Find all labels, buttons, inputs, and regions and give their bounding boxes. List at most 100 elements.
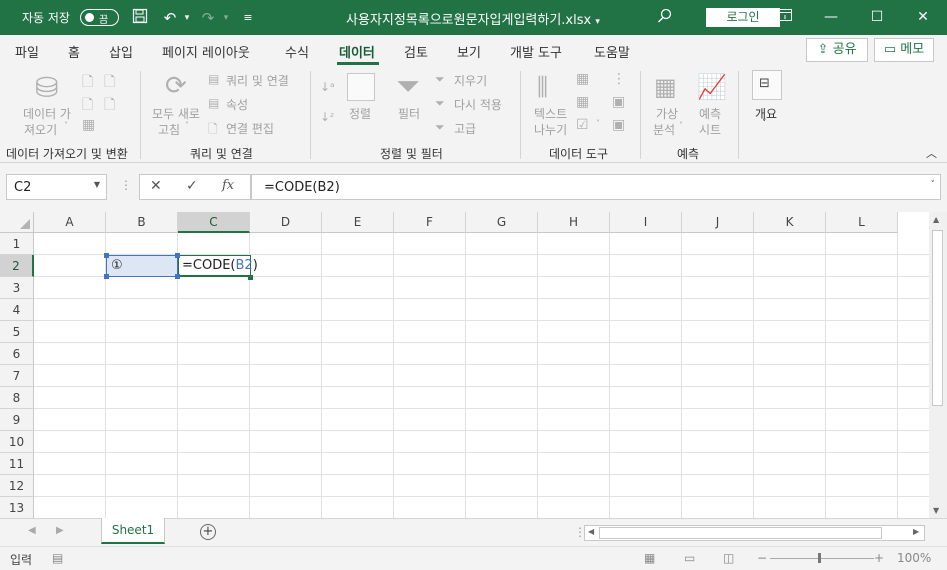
page-layout-view-icon[interactable]: ▭: [684, 551, 695, 565]
recent-sources-icon[interactable]: 🗋: [104, 94, 115, 118]
comments-button[interactable]: ▭ 메모: [874, 38, 934, 62]
tab-home[interactable]: 홈: [68, 42, 80, 61]
vertical-scroll-thumb[interactable]: [932, 230, 943, 406]
filter-label[interactable]: 필터: [398, 105, 420, 122]
ribbon-display-options-icon[interactable]: [762, 4, 808, 30]
refresh-all-icon[interactable]: ⟳: [165, 71, 187, 101]
sort-descending-icon[interactable]: ↓ᶻ: [320, 110, 334, 124]
window-title[interactable]: 사용자지정목록으로원문자입게입력하기.xlsx ▾: [346, 9, 600, 28]
row-header-8[interactable]: 8: [0, 387, 34, 409]
vertical-scrollbar[interactable]: ▲ ▼: [929, 212, 947, 518]
name-box[interactable]: C2 ▼: [6, 174, 107, 200]
column-header-l[interactable]: L: [826, 212, 898, 233]
refresh-dropdown-icon[interactable]: ˅: [185, 121, 189, 130]
sort-ascending-icon[interactable]: ↓ᵃ: [320, 80, 335, 94]
row-header-5[interactable]: 5: [0, 321, 34, 343]
row-header-6[interactable]: 6: [0, 343, 34, 365]
tab-view[interactable]: 보기: [457, 42, 481, 61]
refresh-all-label-1[interactable]: 모두 새로: [152, 105, 200, 122]
minimize-icon[interactable]: —: [808, 4, 854, 30]
select-all-button[interactable]: [0, 212, 34, 233]
enter-icon[interactable]: ✓: [186, 178, 198, 194]
advanced-label[interactable]: 고급: [454, 120, 476, 137]
get-data-label-1[interactable]: 데이터 가: [23, 105, 71, 122]
scroll-up-icon[interactable]: ▲: [933, 215, 939, 224]
accessibility-icon[interactable]: ▤: [52, 551, 63, 565]
properties-label[interactable]: 속성: [226, 96, 248, 113]
zoom-level[interactable]: 100%: [897, 551, 931, 565]
sheet-next-icon[interactable]: ▶: [56, 525, 64, 536]
normal-view-icon[interactable]: ▦: [644, 551, 655, 565]
name-box-dropdown-icon[interactable]: ▼: [94, 180, 100, 189]
tab-insert[interactable]: 삽입: [109, 42, 133, 61]
row-header-10[interactable]: 10: [0, 431, 34, 453]
sheet-prev-icon[interactable]: ◀: [28, 525, 36, 536]
tab-help[interactable]: 도움말: [594, 42, 630, 61]
row-header-9[interactable]: 9: [0, 409, 34, 431]
column-header-f[interactable]: F: [394, 212, 466, 233]
forecast-sheet-label-2[interactable]: 시트: [699, 121, 721, 138]
cell-c2-active[interactable]: =CODE(B2): [178, 255, 258, 277]
forecast-sheet-icon[interactable]: 📈: [697, 73, 727, 101]
reference-handle[interactable]: [175, 274, 180, 279]
reference-handle[interactable]: [104, 274, 109, 279]
get-data-label-2[interactable]: 져오기: [24, 121, 57, 138]
insert-function-icon[interactable]: fx: [222, 178, 234, 193]
reapply-label[interactable]: 다시 적용: [454, 96, 502, 113]
zoom-in-icon[interactable]: +: [874, 551, 884, 565]
column-header-h[interactable]: H: [538, 212, 610, 233]
row-header-11[interactable]: 11: [0, 453, 34, 475]
get-data-dropdown-icon[interactable]: ˅: [64, 121, 68, 130]
existing-connections-icon[interactable]: ▦: [82, 117, 95, 133]
redo-dropdown-icon[interactable]: ▾: [216, 8, 236, 28]
horizontal-scroll-thumb[interactable]: [599, 527, 882, 539]
queries-connections-label[interactable]: 쿼리 및 연결: [226, 72, 289, 89]
queries-connections-icon[interactable]: ▤: [208, 72, 219, 86]
zoom-out-icon[interactable]: −: [757, 551, 767, 565]
zoom-slider-track[interactable]: [770, 558, 874, 559]
outline-icon[interactable]: ⊟: [752, 70, 782, 100]
refresh-all-label-2[interactable]: 고침: [158, 121, 180, 138]
undo-dropdown-icon[interactable]: ▾: [177, 8, 197, 28]
tab-formulas[interactable]: 수식: [285, 42, 309, 61]
save-icon[interactable]: [130, 8, 150, 28]
data-model-icon[interactable]: ▣: [612, 117, 625, 133]
outline-dropdown-icon[interactable]: ˅: [762, 119, 767, 129]
scroll-down-icon[interactable]: ▼: [933, 506, 939, 515]
row-header-2[interactable]: 2: [0, 255, 34, 277]
flash-fill-icon[interactable]: ▦: [576, 71, 589, 87]
edit-links-icon[interactable]: 🗋: [208, 120, 218, 141]
from-table-icon[interactable]: 🗋: [82, 94, 93, 118]
column-header-k[interactable]: K: [754, 212, 826, 233]
column-header-c[interactable]: C: [178, 212, 250, 233]
close-icon[interactable]: ✕: [900, 4, 946, 30]
text-to-columns-icon[interactable]: ⫼: [537, 73, 548, 101]
tab-data[interactable]: 데이터: [339, 42, 375, 61]
column-header-i[interactable]: I: [610, 212, 682, 233]
customize-toolbar-icon[interactable]: ≡: [238, 8, 258, 28]
text-to-columns-label-2[interactable]: 나누기: [534, 121, 567, 138]
horizontal-scrollbar[interactable]: ◀ ▶: [584, 525, 925, 541]
column-header-d[interactable]: D: [250, 212, 322, 233]
column-header-b[interactable]: B: [106, 212, 178, 233]
reapply-icon[interactable]: ⏷: [435, 96, 445, 111]
scroll-right-icon[interactable]: ▶: [913, 527, 919, 536]
what-if-dropdown-icon[interactable]: ˅: [679, 121, 683, 130]
from-web-icon[interactable]: 🗋: [104, 71, 115, 95]
row-header-1[interactable]: 1: [0, 233, 34, 255]
column-header-g[interactable]: G: [466, 212, 538, 233]
column-header-a[interactable]: A: [34, 212, 106, 233]
row-header-12[interactable]: 12: [0, 475, 34, 497]
page-break-view-icon[interactable]: ◫: [723, 551, 734, 565]
worksheet-grid[interactable]: A B C D E F G H I J K L 1 2 3 4 5 6 7 8 9 10 11 12 13 ① =CODE(B2): [0, 212, 929, 518]
maximize-icon[interactable]: ☐: [854, 4, 900, 30]
edit-links-label[interactable]: 연결 편집: [226, 120, 274, 137]
redo-icon[interactable]: ↷: [198, 8, 218, 28]
tab-page-layout[interactable]: 페이지 레이아웃: [162, 42, 250, 61]
tab-developer[interactable]: 개발 도구: [510, 42, 562, 61]
add-sheet-icon[interactable]: +: [200, 524, 216, 540]
tab-review[interactable]: 검토: [404, 42, 428, 61]
zoom-slider-knob[interactable]: [818, 553, 821, 563]
autosave-toggle[interactable]: 끔: [80, 9, 119, 26]
row-header-4[interactable]: 4: [0, 299, 34, 321]
